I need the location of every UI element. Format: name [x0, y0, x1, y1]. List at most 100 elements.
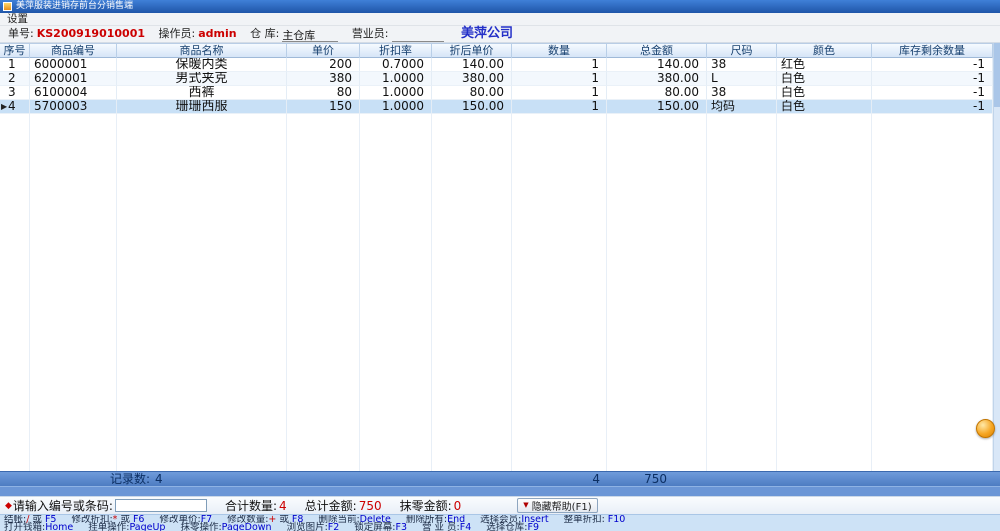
horizontal-scrollbar[interactable] [0, 486, 1000, 496]
barcode-input[interactable] [115, 499, 207, 512]
column-header-disc-price[interactable]: 折后单价 [432, 44, 512, 59]
vertical-scrollbar-thumb[interactable] [994, 43, 1000, 107]
vertical-scrollbar[interactable] [993, 43, 1000, 471]
cell-price: 380 [287, 72, 360, 86]
shortcut-hint: 锁定屏幕:F3 [354, 522, 407, 531]
cell-no: 1 [0, 58, 30, 72]
cell-name: 男式夹克 [117, 72, 287, 86]
record-count: 记录数: 4 [0, 472, 512, 486]
cell-discount: 0.7000 [360, 58, 432, 72]
bill-no-value: KS200919010001 [37, 27, 145, 40]
cell-name: 保暖内类 [117, 58, 287, 72]
summary-qty-total: 4 [512, 472, 607, 486]
column-header-amount[interactable]: 总金额 [607, 44, 707, 59]
cell-name: 西裤 [117, 86, 287, 100]
cell-price: 200 [287, 58, 360, 72]
grid-column [360, 114, 432, 471]
cell-color: 白色 [777, 86, 872, 100]
cell-price: 80 [287, 86, 360, 100]
form-bar: 单号:KS200919010001 操作员:admin 仓 库:主仓库 营业员:… [0, 26, 1000, 43]
cell-stock: -1 [872, 86, 993, 100]
qty-total-label: 合计数量: [225, 497, 277, 514]
grid-column [777, 114, 872, 471]
hide-help-button[interactable]: ▼ 隐藏帮助(F1) [517, 498, 597, 513]
table-row[interactable]: 26200001男式夹克3801.0000380.001380.00L白色-1 [0, 72, 993, 86]
shortcut-hint: 选择仓库:F9 [486, 522, 539, 531]
cell-color: 白色 [777, 72, 872, 86]
cell-disc-price: 150.00 [432, 100, 512, 114]
cell-amount: 80.00 [607, 86, 707, 100]
table-row[interactable]: ▶45700003珊珊西服1501.0000150.001150.00均码白色-… [0, 100, 993, 114]
round-off-label: 抹零金额: [400, 497, 452, 514]
hide-help-label: 隐藏帮助(F1) [532, 498, 592, 513]
column-header-color[interactable]: 颜色 [777, 44, 872, 59]
cell-qty: 1 [512, 100, 607, 114]
warehouse-label: 仓 库: [250, 27, 279, 40]
table-header: 序号商品编号商品名称单价折扣率折后单价数量总金额尺码颜色库存剩余数量 [0, 43, 993, 58]
floating-button[interactable] [976, 419, 995, 438]
help-panel: 结帐:/ 或 F5修改折扣:* 或 F6修改单价:F7修改数量:+ 或 F8删除… [0, 514, 1000, 531]
window-titlebar: 美萍服装进销存前台分销售端 [0, 0, 1000, 13]
grid-column [512, 114, 607, 471]
clerk-field[interactable] [392, 29, 444, 42]
column-header-size[interactable]: 尺码 [707, 44, 777, 59]
app-window: 美萍服装进销存前台分销售端 设置 单号:KS200919010001 操作员:a… [0, 0, 1000, 531]
column-header-name[interactable]: 商品名称 [117, 44, 287, 59]
cell-qty: 1 [512, 72, 607, 86]
cell-size: 38 [707, 58, 777, 72]
table-row[interactable]: 36100004西裤801.000080.00180.0038白色-1 [0, 86, 993, 100]
record-count-value: 4 [155, 472, 163, 486]
clerk-label: 营业员: [352, 27, 389, 40]
grid-column [872, 114, 993, 471]
cell-discount: 1.0000 [360, 100, 432, 114]
cell-size: 38 [707, 86, 777, 100]
barcode-prompt: 请输入编号或条码: [13, 497, 113, 514]
cell-disc-price: 80.00 [432, 86, 512, 100]
menu-bar: 设置 [0, 13, 1000, 26]
cell-no: 3 [0, 86, 30, 100]
cell-discount: 1.0000 [360, 72, 432, 86]
record-count-label: 记录数: [110, 472, 150, 486]
grid-column [707, 114, 777, 471]
row-selector-icon: ▶ [1, 101, 7, 113]
table-row[interactable]: 16000001保暖内类2000.7000140.001140.0038红色-1 [0, 58, 993, 72]
column-header-stock[interactable]: 库存剩余数量 [872, 44, 993, 59]
amount-total-label: 总计金额: [305, 497, 357, 514]
cell-disc-price: 380.00 [432, 72, 512, 86]
shortcut-hint: 整单折扣: F10 [564, 514, 626, 525]
cell-stock: -1 [872, 58, 993, 72]
shortcut-hint: 打开钱箱:Home [4, 522, 73, 531]
column-header-price[interactable]: 单价 [287, 44, 360, 59]
window-title: 美萍服装进销存前台分销售端 [16, 1, 133, 11]
entry-bar: ◆ 请输入编号或条码: 合计数量:4 总计金额:750 抹零金额:0 ▼ 隐藏帮… [0, 496, 1000, 514]
grid-column [117, 114, 287, 471]
grid-column [0, 114, 30, 471]
cell-no: ▶4 [0, 100, 30, 114]
column-header-code[interactable]: 商品编号 [30, 44, 117, 59]
amount-total-value: 750 [359, 499, 382, 513]
cell-amount: 380.00 [607, 72, 707, 86]
cell-amount: 150.00 [607, 100, 707, 114]
summary-bar: 记录数:4 4 750 [0, 471, 1000, 486]
help-row-1: 打开钱箱:Home挂单操作:PageUp抹零操作:PageDown浏览图片:F2… [4, 524, 1000, 531]
cell-disc-price: 140.00 [432, 58, 512, 72]
cell-size: 均码 [707, 100, 777, 114]
company-name: 美萍公司 [461, 26, 513, 41]
shortcut-hint: 挂单操作:PageUp [88, 522, 165, 531]
column-header-discount[interactable]: 折扣率 [360, 44, 432, 59]
table-grid [0, 114, 993, 471]
column-header-qty[interactable]: 数量 [512, 44, 607, 59]
column-header-no[interactable]: 序号 [0, 44, 30, 59]
cell-amount: 140.00 [607, 58, 707, 72]
operator-value: admin [198, 27, 236, 40]
app-icon [3, 2, 12, 11]
menu-item-settings[interactable]: 设置 [0, 13, 35, 25]
operator-label: 操作员: [159, 27, 196, 40]
cell-size: L [707, 72, 777, 86]
cell-color: 红色 [777, 58, 872, 72]
grid-column [432, 114, 512, 471]
table-body: 16000001保暖内类2000.7000140.001140.0038红色-1… [0, 58, 993, 114]
shortcut-hint: 抹零操作:PageDown [180, 522, 271, 531]
warehouse-field[interactable]: 主仓库 [282, 29, 338, 42]
arrow-down-icon: ▼ [523, 502, 528, 509]
